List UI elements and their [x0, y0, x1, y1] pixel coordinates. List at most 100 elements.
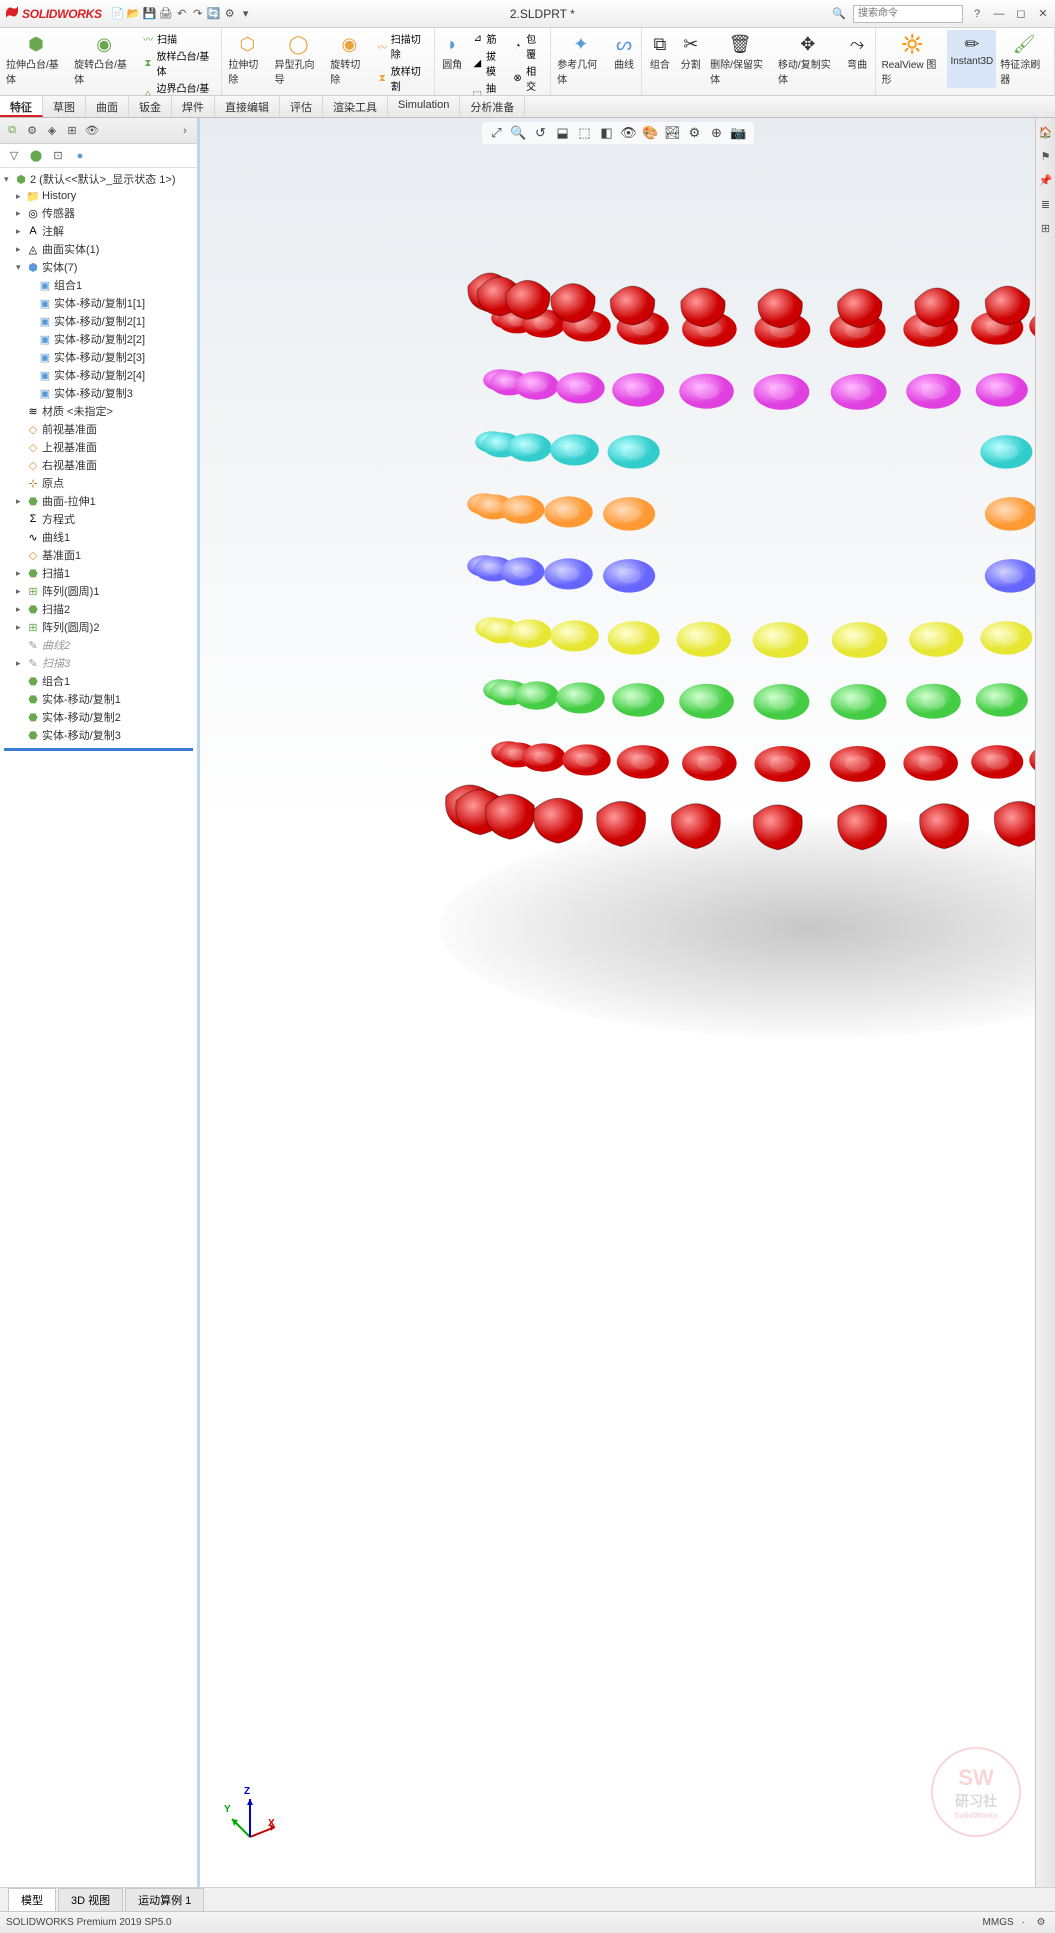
- fm-eye-icon[interactable]: 👁: [84, 123, 100, 139]
- tab-simulation[interactable]: Simulation: [388, 96, 460, 117]
- edit-scene-icon[interactable]: 🎨: [642, 124, 660, 142]
- section-icon[interactable]: ⬓: [554, 124, 572, 142]
- rebuild-icon[interactable]: 🔄: [206, 6, 222, 22]
- ref-geom-button[interactable]: ✦参考几何体: [553, 30, 609, 88]
- tree-item[interactable]: ▸⬣曲面-拉伸1: [2, 492, 195, 510]
- tree-item[interactable]: ⬣实体-移动/复制1: [2, 690, 195, 708]
- tree-item[interactable]: ▸⬣扫描1: [2, 564, 195, 582]
- fm-display-pane-icon[interactable]: ⊡: [50, 148, 66, 164]
- tree-item[interactable]: ▸📁History: [2, 188, 195, 204]
- tree-item[interactable]: ⊹原点: [2, 474, 195, 492]
- tree-item[interactable]: ▸⬣扫描2: [2, 600, 195, 618]
- instant3d-button[interactable]: ✏Instant3D: [947, 30, 996, 88]
- tree-item[interactable]: ◇右视基准面: [2, 456, 195, 474]
- command-search[interactable]: [853, 5, 963, 23]
- undo-icon[interactable]: ↶: [174, 6, 190, 22]
- tab-weldment[interactable]: 焊件: [172, 96, 215, 117]
- wrap-button[interactable]: ◔包覆: [508, 30, 548, 62]
- intersect-button[interactable]: ⊗相交: [508, 62, 548, 94]
- fm-search-icon[interactable]: ⬤: [28, 148, 44, 164]
- cut-loft-button[interactable]: ⧗放样切割: [372, 62, 431, 94]
- close-icon[interactable]: ✕: [1035, 6, 1051, 22]
- tree-item[interactable]: ▣实体-移动/复制2[1]: [2, 312, 195, 330]
- tree-item[interactable]: ⬣实体-移动/复制3: [2, 726, 195, 744]
- rib-button[interactable]: ⊿筋: [468, 30, 508, 47]
- realview-button[interactable]: 🔆RealView 图形: [878, 30, 948, 88]
- draft-button[interactable]: ◢拔模: [468, 47, 508, 79]
- tree-item[interactable]: ◇基准面1: [2, 546, 195, 564]
- tab-analysis[interactable]: 分析准备: [460, 96, 525, 117]
- loft-button[interactable]: ⧗放样凸台/基体: [138, 47, 219, 79]
- tab-evaluate[interactable]: 评估: [280, 96, 323, 117]
- status-units[interactable]: MMGS: [983, 1917, 1014, 1928]
- doc-tab-motion[interactable]: 运动算例 1: [125, 1888, 204, 1911]
- search-icon[interactable]: 🔍: [831, 6, 847, 22]
- status-cog-icon[interactable]: ⚙: [1033, 1915, 1049, 1931]
- help-icon[interactable]: ?: [969, 6, 985, 22]
- fm-dropdown-icon[interactable]: ●: [72, 148, 88, 164]
- prev-view-icon[interactable]: ↺: [532, 124, 550, 142]
- doc-tab-3dview[interactable]: 3D 视图: [58, 1888, 123, 1911]
- capture-icon[interactable]: 📷: [730, 124, 748, 142]
- new-icon[interactable]: 📄: [110, 6, 126, 22]
- tab-direct-edit[interactable]: 直接编辑: [215, 96, 280, 117]
- fm-display-icon[interactable]: ◈: [44, 123, 60, 139]
- tree-item[interactable]: ▸A注解: [2, 222, 195, 240]
- feature-paint-button[interactable]: 🖌特征涂刷器: [996, 30, 1052, 88]
- view-orient-icon[interactable]: ⬚: [576, 124, 594, 142]
- curves-button[interactable]: ᔕ曲线: [609, 30, 640, 88]
- open-icon[interactable]: 📂: [126, 6, 142, 22]
- tree-item[interactable]: ▾⬢实体(7): [2, 258, 195, 276]
- max-icon[interactable]: ◻: [1013, 6, 1029, 22]
- tab-surface[interactable]: 曲面: [86, 96, 129, 117]
- rollback-bar[interactable]: [4, 748, 193, 751]
- graphics-area[interactable]: ⤢ 🔍 ↺ ⬓ ⬚ ◧ 👁 🎨 🏞 ⚙ ⊕ 📷: [200, 118, 1035, 1887]
- tree-item[interactable]: ∿曲线1: [2, 528, 195, 546]
- task-pane[interactable]: 🏠 ⚑ 📌 ≣ ⊞: [1035, 118, 1055, 1887]
- tree-item[interactable]: ✎曲线2: [2, 636, 195, 654]
- hide-show-icon[interactable]: 👁: [620, 124, 638, 142]
- zoom-fit-icon[interactable]: ⤢: [488, 124, 506, 142]
- tab-features[interactable]: 特征: [0, 96, 43, 117]
- fm-expand-icon[interactable]: ›: [177, 123, 193, 139]
- fm-filter-icon[interactable]: ▽: [6, 148, 22, 164]
- combine-button[interactable]: ⧉组合: [644, 30, 675, 88]
- fm-config-icon[interactable]: ⚙: [24, 123, 40, 139]
- flex-button[interactable]: ⤳弯曲: [842, 30, 873, 88]
- tab-render[interactable]: 渲染工具: [323, 96, 388, 117]
- tree-item[interactable]: ▸⊞阵列(圆周)2: [2, 618, 195, 636]
- print-icon[interactable]: 🖨: [158, 6, 174, 22]
- targeted-icon[interactable]: ⊕: [708, 124, 726, 142]
- tree-item[interactable]: ⬣组合1: [2, 672, 195, 690]
- tree-item[interactable]: ▸◬曲面实体(1): [2, 240, 195, 258]
- dropdown-icon[interactable]: ▾: [238, 6, 254, 22]
- save-icon[interactable]: 💾: [142, 6, 158, 22]
- tree-item[interactable]: Σ方程式: [2, 510, 195, 528]
- tp-home-icon[interactable]: 🏠: [1038, 124, 1054, 140]
- delete-body-button[interactable]: 🗑删除/保留实体: [706, 30, 774, 88]
- fm-drawing-icon[interactable]: ⊞: [64, 123, 80, 139]
- view-settings-icon[interactable]: ⚙: [686, 124, 704, 142]
- tree-item[interactable]: ▣实体-移动/复制1[1]: [2, 294, 195, 312]
- min-icon[interactable]: —: [991, 6, 1007, 22]
- tree-item[interactable]: ◇前视基准面: [2, 420, 195, 438]
- tree-item[interactable]: ▣实体-移动/复制2[2]: [2, 330, 195, 348]
- move-body-button[interactable]: ✥移动/复制实体: [774, 30, 842, 88]
- orientation-triad[interactable]: X Y Z: [220, 1787, 280, 1847]
- tree-item[interactable]: ◇上视基准面: [2, 438, 195, 456]
- tp-layer-icon[interactable]: ≣: [1038, 196, 1054, 212]
- tp-pin-icon[interactable]: 📌: [1038, 172, 1054, 188]
- tree-item[interactable]: ▣实体-移动/复制2[3]: [2, 348, 195, 366]
- cut-sweep-button[interactable]: 〰扫描切除: [372, 30, 431, 62]
- redo-icon[interactable]: ↷: [190, 6, 206, 22]
- tab-sheetmetal[interactable]: 钣金: [129, 96, 172, 117]
- tree-item[interactable]: ▣实体-移动/复制3: [2, 384, 195, 402]
- sweep-button[interactable]: 〰扫描: [138, 30, 219, 47]
- tree-item[interactable]: ▸⊞阵列(圆周)1: [2, 582, 195, 600]
- tree-item[interactable]: ▸✎扫描3: [2, 654, 195, 672]
- feature-tree[interactable]: ▾⬢ 2 (默认<<默认>_显示状态 1>) ▸📁History▸◎传感器▸A注…: [0, 168, 197, 1887]
- tree-item[interactable]: ▸◎传感器: [2, 204, 195, 222]
- tree-item[interactable]: ▣实体-移动/复制2[4]: [2, 366, 195, 384]
- doc-tab-model[interactable]: 模型: [8, 1888, 56, 1911]
- options-icon[interactable]: ⚙: [222, 6, 238, 22]
